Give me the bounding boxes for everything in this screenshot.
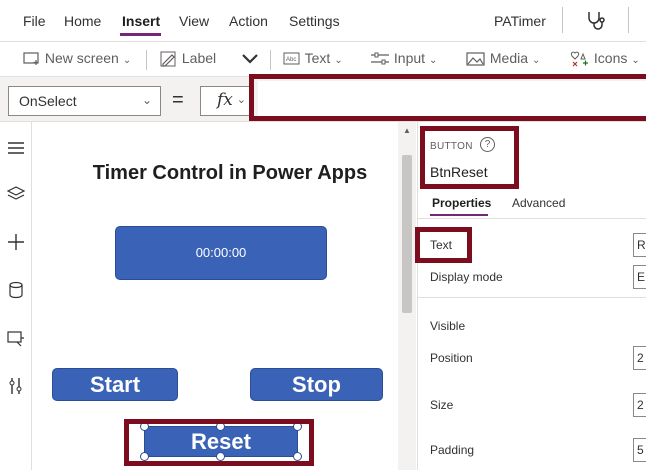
media-icon[interactable] [6,328,26,348]
formula-bar: OnSelect ⌄ = fx ⌄ UpdateContext({Reset: … [0,76,646,122]
timer-control[interactable]: 00:00:00 [115,226,327,280]
prop-text-input[interactable]: R [633,233,646,257]
property-dropdown[interactable]: OnSelect ⌄ [8,86,161,116]
chevron-down-icon: ⌄ [429,55,438,66]
menu-home[interactable]: Home [64,13,101,29]
new-screen-label: New screen [44,50,119,66]
new-screen-button[interactable]: New screen ⌄ [23,50,131,66]
canvas-title-label[interactable]: Timer Control in Power Apps [80,162,380,185]
separator [270,50,271,70]
scroll-up-arrow-icon[interactable]: ▲ [403,126,411,135]
icons-label: Icons [593,50,628,66]
prop-display-mode-label: Display mode [430,270,503,284]
prop-padding-label: Padding [430,443,475,457]
separator [628,7,629,33]
tab-properties[interactable]: Properties [432,196,491,210]
tab-advanced[interactable]: Advanced [512,196,565,210]
prop-visible-label: Visible [430,319,466,333]
new-screen-icon [23,52,39,66]
tab-divider [418,218,646,219]
chevron-down-icon[interactable] [241,53,259,65]
app-name: PATimer [494,13,546,29]
media-image-icon [466,52,485,66]
scrollbar-thumb[interactable] [402,155,412,313]
input-sliders-icon [371,52,389,65]
label-button[interactable]: Label [160,50,216,67]
text-label: Text [304,50,331,66]
insert-toolbar: New screen ⌄ Label Abc Text ⌄ Input ⌄ Media… [0,42,646,76]
prop-padding-input[interactable]: 5 [633,438,646,462]
active-menu-indicator [120,33,161,36]
separator [562,7,563,33]
resize-handle[interactable] [216,452,225,461]
property-dropdown-value: OnSelect [19,93,77,109]
prop-size-label: Size [430,398,454,412]
hamburger-menu-icon[interactable] [6,138,26,158]
prop-size-input[interactable]: 2 [633,393,646,417]
separator [146,50,147,70]
prop-text-label: Text [430,238,453,252]
resize-handle[interactable] [140,452,149,461]
formula-input[interactable]: UpdateContext({Reset: false}); Reset(Tim… [258,81,646,121]
chevron-down-icon: ⌄ [141,93,152,107]
control-type-label: BUTTON [430,141,473,152]
icons-button[interactable]: Icons ⌄ [570,50,640,67]
resize-handle[interactable] [140,422,149,431]
text-button[interactable]: Abc Text ⌄ [283,50,343,66]
panel-divider [418,297,646,298]
active-tab-indicator [430,214,488,216]
resize-handle[interactable] [216,422,225,431]
text-input-icon: Abc [283,52,300,65]
left-rail [0,122,32,470]
label-pencil-icon [160,51,176,67]
chevron-down-icon: ⌄ [334,55,343,66]
chevron-down-icon: ⌄ [532,55,541,66]
stethoscope-icon[interactable] [585,9,607,31]
icons-gallery-icon [570,52,588,67]
resize-handle[interactable] [293,422,302,431]
advanced-tools-icon[interactable] [6,376,26,396]
menu-bar: File Home Insert View Action Settings PA… [0,0,646,42]
prop-display-mode-dropdown[interactable]: E [633,265,646,289]
chevron-down-icon: ⌄ [631,55,640,66]
app-canvas: Timer Control in Power Apps 00:00:00 Sta… [40,122,398,470]
equals-sign: = [172,89,184,111]
media-label: Media [489,50,529,66]
prop-position-input[interactable]: 2 [633,346,646,370]
help-icon[interactable]: ? [480,137,495,152]
input-button[interactable]: Input ⌄ [370,50,437,66]
resize-handle[interactable] [293,452,302,461]
chevron-down-icon: ⌄ [122,55,132,66]
fx-button[interactable]: fx ⌄ [200,86,250,116]
tree-view-layers-icon[interactable] [6,184,26,204]
data-cylinder-icon[interactable] [6,280,26,300]
menu-insert[interactable]: Insert [122,13,160,29]
label-label: Label [181,50,217,66]
properties-panel: BUTTON ? BtnReset Properties Advanced Te… [417,122,646,470]
menu-file[interactable]: File [23,13,46,29]
svg-text:Abc: Abc [286,57,296,63]
prop-position-label: Position [430,351,473,365]
menu-settings[interactable]: Settings [289,13,340,29]
media-button[interactable]: Media ⌄ [466,50,540,66]
menu-action[interactable]: Action [229,13,268,29]
stop-button[interactable]: Stop [250,368,383,401]
menu-view[interactable]: View [179,13,209,29]
fx-icon: fx [217,90,233,110]
start-button[interactable]: Start [52,368,178,401]
insert-plus-icon[interactable] [6,232,26,252]
control-name-field[interactable]: BtnReset [430,164,488,180]
input-label: Input [393,50,426,66]
chevron-down-icon: ⌄ [236,93,246,106]
